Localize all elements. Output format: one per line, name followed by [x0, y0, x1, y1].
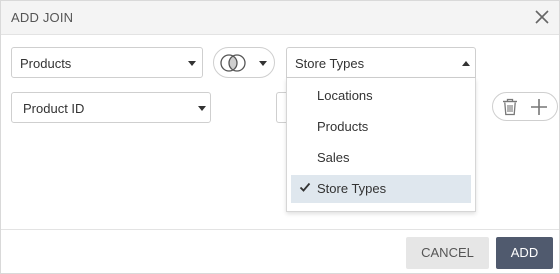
inner-join-icon: [220, 54, 246, 72]
option-label: Store Types: [317, 181, 387, 196]
chevron-down-icon: [198, 106, 206, 111]
dropdown-option-store-types[interactable]: Store Types: [291, 175, 471, 203]
join-type-select[interactable]: [213, 47, 275, 78]
dialog-title: ADD JOIN: [11, 10, 74, 25]
cancel-button[interactable]: CANCEL: [406, 237, 489, 269]
option-label: Products: [317, 119, 369, 134]
chevron-down-icon: [259, 61, 267, 66]
option-label: Locations: [317, 88, 373, 103]
dropdown-option-sales[interactable]: Sales: [291, 144, 471, 172]
add-join-dialog: ADD JOIN Products Store Types Product ID…: [0, 0, 560, 274]
plus-icon[interactable]: [530, 98, 548, 116]
left-table-select[interactable]: Products: [11, 47, 203, 78]
left-field-value: Product ID: [23, 101, 85, 116]
trash-icon[interactable]: [502, 98, 518, 116]
dropdown-option-locations[interactable]: Locations: [291, 82, 471, 110]
option-label: Sales: [317, 150, 350, 165]
checkmark-icon: [299, 182, 311, 192]
left-table-value: Products: [20, 56, 72, 71]
row-actions: [492, 92, 558, 121]
chevron-down-icon: [188, 61, 196, 66]
left-field-select[interactable]: Product ID: [11, 92, 211, 123]
footer-divider: [1, 229, 559, 230]
dialog-header: ADD JOIN: [1, 1, 559, 35]
dropdown-option-products[interactable]: Products: [291, 113, 471, 141]
right-table-select[interactable]: Store Types: [286, 47, 476, 78]
chevron-up-icon: [462, 61, 470, 66]
right-table-dropdown-menu: Locations Products Sales Store Types: [286, 78, 476, 212]
add-button[interactable]: ADD: [496, 237, 553, 269]
close-icon[interactable]: [533, 8, 551, 26]
right-table-value: Store Types: [295, 56, 365, 71]
